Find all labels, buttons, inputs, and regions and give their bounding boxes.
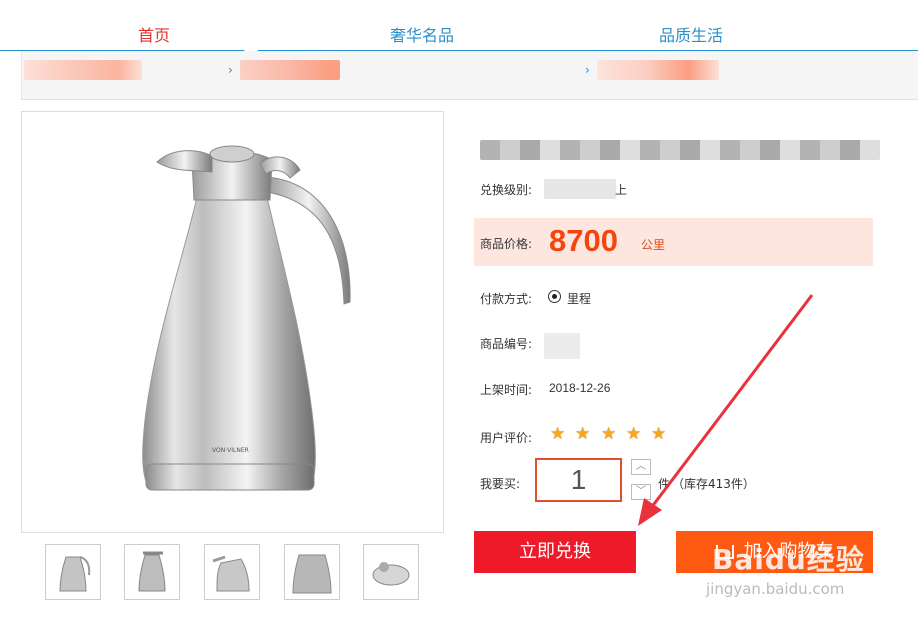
watermark-url: jingyan.baidu.com — [706, 580, 845, 598]
nav-tab-quality-life[interactable]: 品质生活 — [659, 22, 723, 46]
quantity-label: 我要买: — [480, 477, 521, 491]
star-icon: ★ — [601, 424, 617, 444]
breadcrumb-item-3[interactable] — [597, 60, 719, 80]
watermark-brand: Baidu经验 — [712, 543, 865, 576]
payment-option: 里程 — [567, 292, 592, 306]
price-band — [474, 218, 873, 266]
quantity-input[interactable]: 1 — [535, 458, 622, 502]
nav-tab-home[interactable]: 首页 — [138, 22, 170, 46]
annotation-arrow — [638, 294, 814, 526]
payment-label: 付款方式: — [480, 292, 533, 306]
exchange-level-label: 兑换级别: — [480, 183, 533, 197]
product-image-frame: VON·VILNER — [21, 111, 444, 533]
thumbnail-2[interactable] — [124, 544, 180, 600]
thumbnail-5[interactable] — [363, 544, 419, 600]
breadcrumb-separator: › — [228, 63, 233, 77]
star-icon: ★ — [550, 424, 566, 444]
product-code-value — [544, 333, 580, 359]
exchange-level-suffix: 上 — [615, 183, 628, 197]
product-image-thermos: VON·VILNER — [142, 145, 351, 491]
breadcrumb-item-2[interactable] — [240, 60, 340, 80]
breadcrumb-separator: › — [585, 63, 590, 77]
price-label: 商品价格: — [480, 237, 533, 251]
price-value: 8700 — [549, 223, 618, 258]
price-unit: 公里 — [641, 238, 666, 252]
thumbnail-1[interactable] — [45, 544, 101, 600]
rating-label: 用户评价: — [480, 431, 533, 445]
exchange-level-value — [544, 179, 616, 199]
brand-text: VON·VILNER — [212, 447, 249, 454]
breadcrumb — [21, 51, 918, 100]
star-icon: ★ — [575, 424, 591, 444]
listed-date-label: 上架时间: — [480, 383, 533, 397]
product-code-label: 商品编号: — [480, 337, 533, 351]
nav-tab-luxury[interactable]: 奢华名品 — [390, 22, 454, 46]
breadcrumb-item-1[interactable] — [24, 60, 142, 80]
exchange-now-button[interactable]: 立即兑换 — [474, 531, 636, 573]
product-title — [480, 140, 880, 160]
listed-date-value: 2018-12-26 — [549, 381, 611, 395]
thumbnail-4[interactable] — [284, 544, 340, 600]
payment-radio[interactable] — [548, 290, 561, 303]
thumbnail-3[interactable] — [204, 544, 260, 600]
